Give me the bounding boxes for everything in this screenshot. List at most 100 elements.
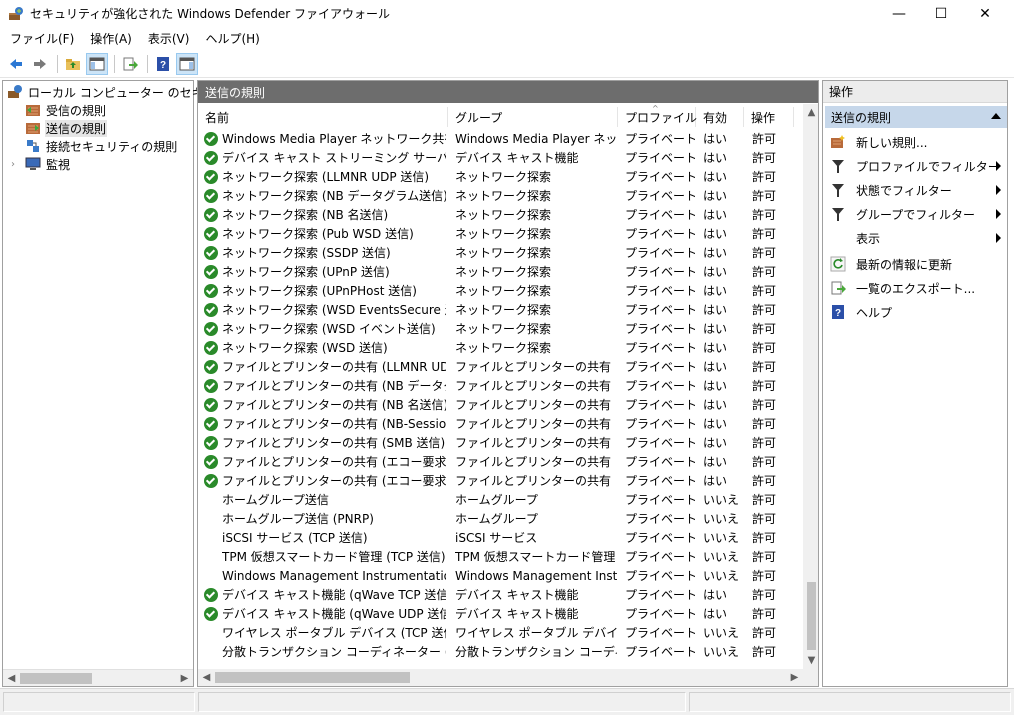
table-row[interactable]: ネットワーク探索 (NB 名送信) ネットワーク探索 プライベート はい 許可 (198, 206, 803, 225)
table-row[interactable]: ネットワーク探索 (NB データグラム送信) ネットワーク探索 プライベート はい 許可 (198, 187, 803, 206)
table-row[interactable]: デバイス キャスト ストリーミング サーバー (RTP ス... デバイス キャス… (198, 149, 803, 168)
tree-item-inbound-rules[interactable]: 受信の規則 (25, 101, 107, 119)
scrollbar-thumb[interactable] (215, 672, 410, 683)
menu-file[interactable]: ファイル(F) (4, 30, 82, 47)
table-row[interactable]: ネットワーク探索 (UPnPHost 送信) ネットワーク探索 プライベート はい 許可 (198, 282, 803, 301)
help-icon[interactable]: ? (152, 53, 174, 75)
scrollbar-thumb[interactable] (807, 582, 816, 650)
cell-profile: プライベート (625, 474, 695, 488)
action-help[interactable]: ? ヘルプ (825, 301, 1007, 323)
table-row[interactable]: ホームグループ送信 ホームグループ プライベート いいえ 許可 (198, 491, 803, 510)
column-header-label: プロファイル (625, 110, 698, 125)
table-row[interactable]: ネットワーク探索 (WSD 送信) ネットワーク探索 プライベート はい 許可 (198, 339, 803, 358)
table-row[interactable]: ネットワーク探索 (LLMNR UDP 送信) ネットワーク探索 プライベート はい 許… (198, 168, 803, 187)
table-row[interactable]: ファイルとプリンターの共有 (NB 名送信) ファイルとプリンターの共有 プライベー… (198, 396, 803, 415)
scroll-left-icon[interactable]: ◀ (198, 669, 215, 686)
action-filter-by-group[interactable]: グループでフィルター (825, 203, 1007, 225)
horizontal-scrollbar[interactable]: ◀ ▶ (198, 669, 803, 686)
tree-item-monitoring[interactable]: › 監視 (11, 155, 71, 173)
cell-group: ネットワーク探索 (455, 341, 552, 355)
table-row[interactable]: ファイルとプリンターの共有 (エコー要求 - ICMP... ファイルとプリンター… (198, 472, 803, 491)
table-row[interactable]: ネットワーク探索 (WSD EventsSecure 送信) ネットワーク探索 プラ… (198, 301, 803, 320)
minimize-button[interactable]: — (876, 0, 922, 27)
cell-action: 許可 (752, 398, 777, 412)
table-row[interactable]: ファイルとプリンターの共有 (NB-Session 送信) ファイルとプリンターの… (198, 415, 803, 434)
cell-enabled: はい (703, 588, 728, 602)
cell-group: ネットワーク探索 (455, 303, 552, 317)
action-filter-by-state[interactable]: 状態でフィルター (825, 179, 1007, 201)
column-header-group[interactable]: グループ (448, 107, 618, 127)
table-row[interactable]: ネットワーク探索 (SSDP 送信) ネットワーク探索 プライベート はい 許可 (198, 244, 803, 263)
table-row[interactable]: iSCSI サービス (TCP 送信) iSCSI サービス プライベート,... い… (198, 529, 803, 548)
table-row[interactable]: ネットワーク探索 (UPnP 送信) ネットワーク探索 プライベート はい 許可 (198, 263, 803, 282)
back-arrow-icon[interactable] (5, 53, 27, 75)
scrollbar-thumb[interactable] (20, 673, 92, 684)
cell-action: 許可 (752, 189, 777, 203)
table-row[interactable]: デバイス キャスト機能 (qWave TCP 送信) デバイス キャスト機能 プライ… (198, 586, 803, 605)
table-row[interactable]: Windows Management Instrumentation (... W… (198, 567, 803, 586)
actions-title: 操作 (823, 81, 1007, 103)
cell-name: ネットワーク探索 (UPnP 送信) (222, 265, 390, 279)
table-row[interactable]: Windows Media Player ネットワーク共有サー... Window… (198, 130, 803, 149)
cell-profile: プライベート (625, 341, 695, 355)
tree-item-outbound-rules[interactable]: 送信の規則 (25, 119, 108, 137)
maximize-button[interactable]: ☐ (918, 0, 964, 27)
menu-action[interactable]: 操作(A) (84, 30, 140, 47)
action-export-list[interactable]: 一覧のエクスポート... (825, 277, 1007, 299)
table-row[interactable]: ネットワーク探索 (Pub WSD 送信) ネットワーク探索 プライベート はい 許可 (198, 225, 803, 244)
collapse-triangle-icon[interactable] (991, 113, 1001, 119)
column-header-name[interactable]: 名前 (198, 107, 448, 127)
scroll-down-icon[interactable]: ▼ (803, 652, 818, 669)
status-bar (0, 688, 1014, 715)
expand-chevron-icon[interactable]: › (11, 159, 21, 170)
help-icon: ? (830, 304, 846, 320)
menu-view[interactable]: 表示(V) (142, 30, 198, 47)
cell-action: 許可 (752, 531, 777, 545)
table-row[interactable]: デバイス キャスト機能 (qWave UDP 送信) デバイス キャスト機能 プライ… (198, 605, 803, 624)
cell-name: ファイルとプリンターの共有 (NB-Session 送信) (222, 417, 446, 431)
scroll-left-icon[interactable]: ◀ (3, 670, 20, 687)
export-icon[interactable] (119, 53, 141, 75)
table-row[interactable]: ネットワーク探索 (WSD イベント送信) ネットワーク探索 プライベート はい 許可 (198, 320, 803, 339)
table-row[interactable]: ホームグループ送信 (PNRP) ホームグループ プライベート いいえ 許可 (198, 510, 803, 529)
cell-group: ファイルとプリンターの共有 (455, 455, 612, 469)
scroll-right-icon[interactable]: ▶ (786, 669, 803, 686)
table-row[interactable]: ワイヤレス ポータブル デバイス (TCP 送信) ワイヤレス ポータブル デバイ… (198, 624, 803, 643)
action-new-rule[interactable]: 新しい規則... (825, 131, 1007, 153)
column-header-enabled[interactable]: 有効 (696, 107, 744, 127)
forward-arrow-icon[interactable] (29, 53, 51, 75)
action-view[interactable]: 表示 (825, 227, 1007, 249)
cell-enabled: はい (703, 341, 728, 355)
table-row[interactable]: ファイルとプリンターの共有 (エコー要求 - ICMP... ファイルとプリンター… (198, 453, 803, 472)
enabled-check-icon (204, 341, 218, 355)
show-hide-tree-icon[interactable] (86, 52, 108, 75)
cell-profile: プライベート (625, 284, 695, 298)
action-refresh[interactable]: 最新の情報に更新 (825, 253, 1007, 275)
scroll-right-icon[interactable]: ▶ (176, 670, 193, 687)
tree-item-connection-security-rules[interactable]: 接続セキュリティの規則 (25, 137, 178, 155)
actions-pane: 操作 送信の規則 新しい規則... プロファイルでフィルター 状態でフィルター … (822, 80, 1008, 687)
vertical-scrollbar[interactable]: ▲ ▼ (803, 104, 818, 669)
cell-group: ワイヤレス ポータブル デバイス (455, 626, 617, 640)
table-row[interactable]: ファイルとプリンターの共有 (NB データグラム送信) ファイルとプリンターの共有… (198, 377, 803, 396)
column-header-action[interactable]: 操作 (744, 107, 794, 127)
scroll-up-icon[interactable]: ▲ (803, 104, 818, 121)
up-folder-icon[interactable] (62, 53, 84, 75)
action-filter-by-profile[interactable]: プロファイルでフィルター (825, 155, 1007, 177)
tree-horizontal-scrollbar[interactable]: ◀ ▶ (3, 669, 193, 686)
table-row[interactable]: 分散トランザクション コーディネーター (TCP 送信) 分散トランザクション コ… (198, 643, 803, 662)
show-hide-action-pane-icon[interactable] (176, 52, 198, 75)
table-row[interactable]: TPM 仮想スマートカード管理 (TCP 送信) TPM 仮想スマートカード管理プ… (198, 548, 803, 567)
cell-group: ネットワーク探索 (455, 265, 552, 279)
table-row[interactable]: ファイルとプリンターの共有 (SMB 送信) ファイルとプリンターの共有 プライベー… (198, 434, 803, 453)
enabled-check-icon (204, 474, 218, 488)
table-row[interactable]: ファイルとプリンターの共有 (LLMNR UDP 送信) ファイルとプリンターの共… (198, 358, 803, 377)
actions-section-outbound-rules[interactable]: 送信の規則 (825, 106, 1007, 128)
column-header-profile[interactable]: プロファイル ^ (618, 104, 698, 127)
cell-profile: プライベート (625, 132, 695, 146)
cell-group: ファイルとプリンターの共有 (455, 360, 612, 374)
cell-name: ファイルとプリンターの共有 (エコー要求 - ICMP... (222, 455, 446, 469)
menu-help[interactable]: ヘルプ(H) (199, 30, 267, 47)
close-button[interactable]: ✕ (962, 0, 1008, 27)
cell-action: 許可 (752, 645, 777, 659)
